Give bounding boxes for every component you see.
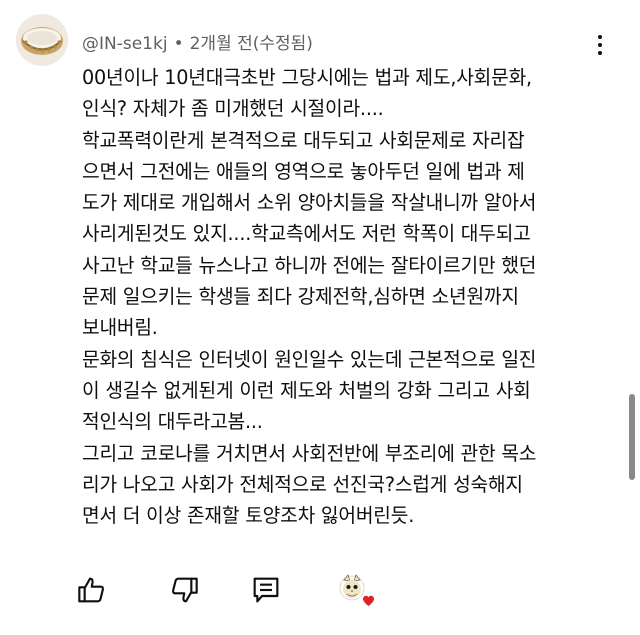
comment-line: 이 생길수 없게된게 이런 제도와 처벌의 강화 그리고 사회 xyxy=(82,378,531,402)
creator-heart-icon xyxy=(336,570,374,608)
reply-comment-icon[interactable] xyxy=(250,574,282,606)
comment-line: 사고난 학교들 뉴스나고 하니까 전에는 잘타이르기만 했던 xyxy=(82,253,537,277)
author-name[interactable]: @IN-se1kj xyxy=(82,34,168,54)
comment-line: 인식? 자체가 좀 미개했던 시절이라.... xyxy=(82,97,384,121)
more-options-icon[interactable] xyxy=(588,30,612,60)
comment-header: @IN-se1kj • 2개월 전(수정됨) xyxy=(82,29,313,54)
comment-line: 리가 나오고 사회가 전체적으로 선진국?스럽게 성숙해지 xyxy=(82,472,523,496)
comment-line: 보내버림. xyxy=(82,316,158,340)
comment-line: 00년이나 10년대극초반 그당시에는 법과 제도,사회문화, xyxy=(82,66,532,89)
comment-line: 문화의 침식은 인터넷이 원인일수 있는데 근본적으로 일진 xyxy=(82,347,537,371)
comment-timestamp[interactable]: 2개월 전(수정됨) xyxy=(190,34,313,54)
comment-line: 문제 일으키는 학생들 죄다 강제전학,심하면 소년원까지 xyxy=(82,285,519,309)
bowl-avatar-image xyxy=(16,14,68,66)
comment-line: 사리게된것도 있지....학교측에서도 저런 학폭이 대두되고 xyxy=(82,222,531,246)
comment-line: 으면서 그전에는 애들의 영역으로 놓아두던 일에 법과 제 xyxy=(82,159,525,183)
comment-action-bar xyxy=(0,560,640,620)
comment-body: 00년이나 10년대극초반 그당시에는 법과 제도,사회문화, 인식? 자체가 … xyxy=(82,62,612,531)
comment-line: 적인식의 대두라고봄... xyxy=(82,410,263,434)
comment-line: 면서 더 이상 존재할 토양조차 잃어버린듯. xyxy=(82,504,415,528)
thumbs-up-icon[interactable] xyxy=(76,574,108,606)
comment-line: 학교폭력이란게 본격적으로 대두되고 사회문제로 자리잡 xyxy=(82,128,525,152)
comment-line: 그리고 코로나를 거치면서 사회전반에 부조리에 관한 목소 xyxy=(82,441,537,465)
comment-line: 도가 제대로 개입해서 소위 양아치들을 작살내니까 알아서 xyxy=(82,191,537,215)
thumbs-down-icon[interactable] xyxy=(168,574,200,606)
avatar[interactable] xyxy=(16,14,68,66)
scrollbar-thumb[interactable] xyxy=(629,394,635,480)
meta-separator: • xyxy=(173,34,184,54)
